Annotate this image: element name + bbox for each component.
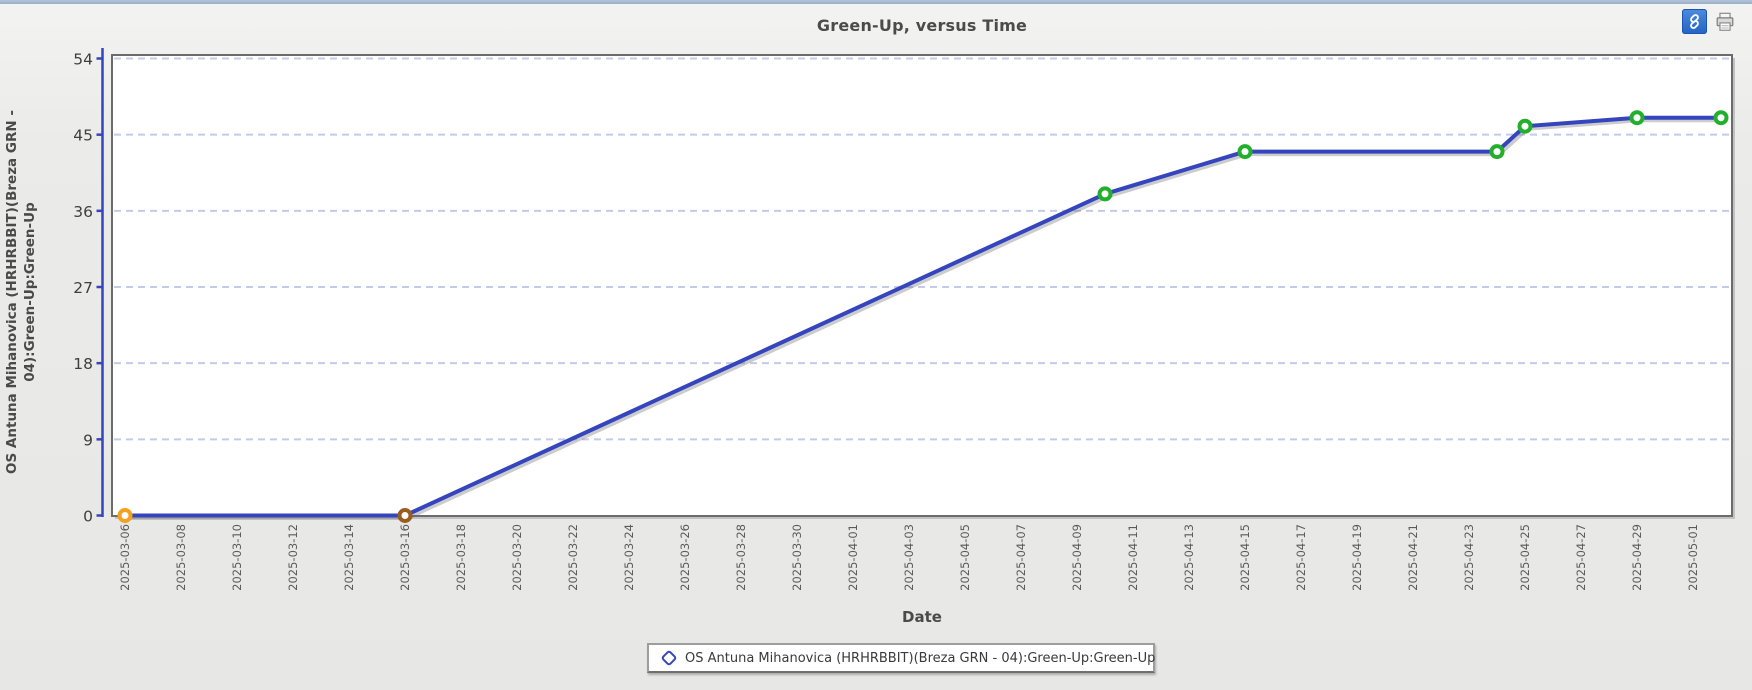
x-tick-label: 2025-04-17	[1294, 524, 1308, 591]
x-tick-label: 2025-03-20	[510, 524, 524, 591]
x-tick-label: 2025-03-22	[566, 524, 580, 591]
x-tick-label: 2025-03-18	[454, 524, 468, 591]
y-tick-label: 0	[83, 508, 93, 526]
y-tick-label: 45	[73, 127, 93, 145]
y-tick-label: 18	[73, 355, 93, 373]
x-tick-label: 2025-03-24	[622, 524, 636, 591]
x-tick-label: 2025-04-21	[1406, 524, 1420, 591]
y-tick-label: 54	[73, 51, 93, 69]
data-point-marker[interactable]	[1240, 146, 1251, 157]
x-tick-label: 2025-04-09	[1070, 524, 1084, 591]
x-tick-label: 2025-03-16	[398, 524, 412, 591]
x-tick-label: 2025-03-10	[230, 524, 244, 591]
x-tick-label: 2025-03-30	[790, 524, 804, 591]
y-tick-label: 36	[73, 203, 93, 221]
data-point-marker[interactable]	[1520, 121, 1531, 132]
y-tick-label: 9	[83, 431, 93, 449]
x-tick-label: 2025-04-23	[1462, 524, 1476, 591]
data-point-marker[interactable]	[400, 510, 411, 521]
data-point-marker[interactable]	[1100, 188, 1111, 199]
x-tick-label: 2025-04-13	[1182, 524, 1196, 591]
x-tick-label: 2025-04-27	[1574, 524, 1588, 591]
x-tick-label: 2025-03-28	[734, 524, 748, 591]
x-axis-title: Date	[112, 608, 1732, 626]
data-point-marker[interactable]	[120, 510, 131, 521]
y-axis: 0 9 18 27 36 45 54	[73, 48, 102, 526]
plot-area: 0918273645542025-03-062025-03-082025-03-…	[0, 0, 1752, 640]
x-axis: 2025-03-06 2025-03-08 2025-03-10 2025-03-12…	[118, 524, 1700, 591]
x-tick-label: 2025-03-12	[286, 524, 300, 591]
plot-background	[112, 55, 1732, 516]
x-tick-label: 2025-04-11	[1126, 524, 1140, 591]
legend-series-marker-icon	[661, 650, 678, 667]
x-tick-label: 2025-03-08	[174, 524, 188, 591]
x-tick-label: 2025-04-05	[958, 524, 972, 591]
chart-widget: Green-Up, versus Time OS Antuna Mihanovi…	[0, 0, 1752, 690]
x-tick-label: 2025-04-29	[1630, 524, 1644, 591]
x-tick-label: 2025-04-03	[902, 524, 916, 591]
x-tick-label: 2025-04-15	[1238, 524, 1252, 591]
x-tick-label: 2025-03-26	[678, 524, 692, 591]
data-point-marker[interactable]	[1492, 146, 1503, 157]
x-tick-label: 2025-03-06	[118, 524, 132, 591]
data-point-marker[interactable]	[1632, 112, 1643, 123]
data-point-marker[interactable]	[1716, 112, 1727, 123]
legend-series-label: OS Antuna Mihanovica (HRHRBBIT)(Breza GR…	[685, 651, 1155, 666]
x-tick-label: 2025-04-01	[846, 524, 860, 591]
x-tick-label: 2025-04-25	[1518, 524, 1532, 591]
x-tick-label: 2025-04-07	[1014, 524, 1028, 591]
y-tick-label: 27	[73, 279, 93, 297]
x-tick-label: 2025-03-14	[342, 524, 356, 591]
legend: OS Antuna Mihanovica (HRHRBBIT)(Breza GR…	[647, 643, 1155, 673]
x-tick-label: 2025-04-19	[1350, 524, 1364, 591]
x-tick-label: 2025-05-01	[1686, 524, 1700, 591]
